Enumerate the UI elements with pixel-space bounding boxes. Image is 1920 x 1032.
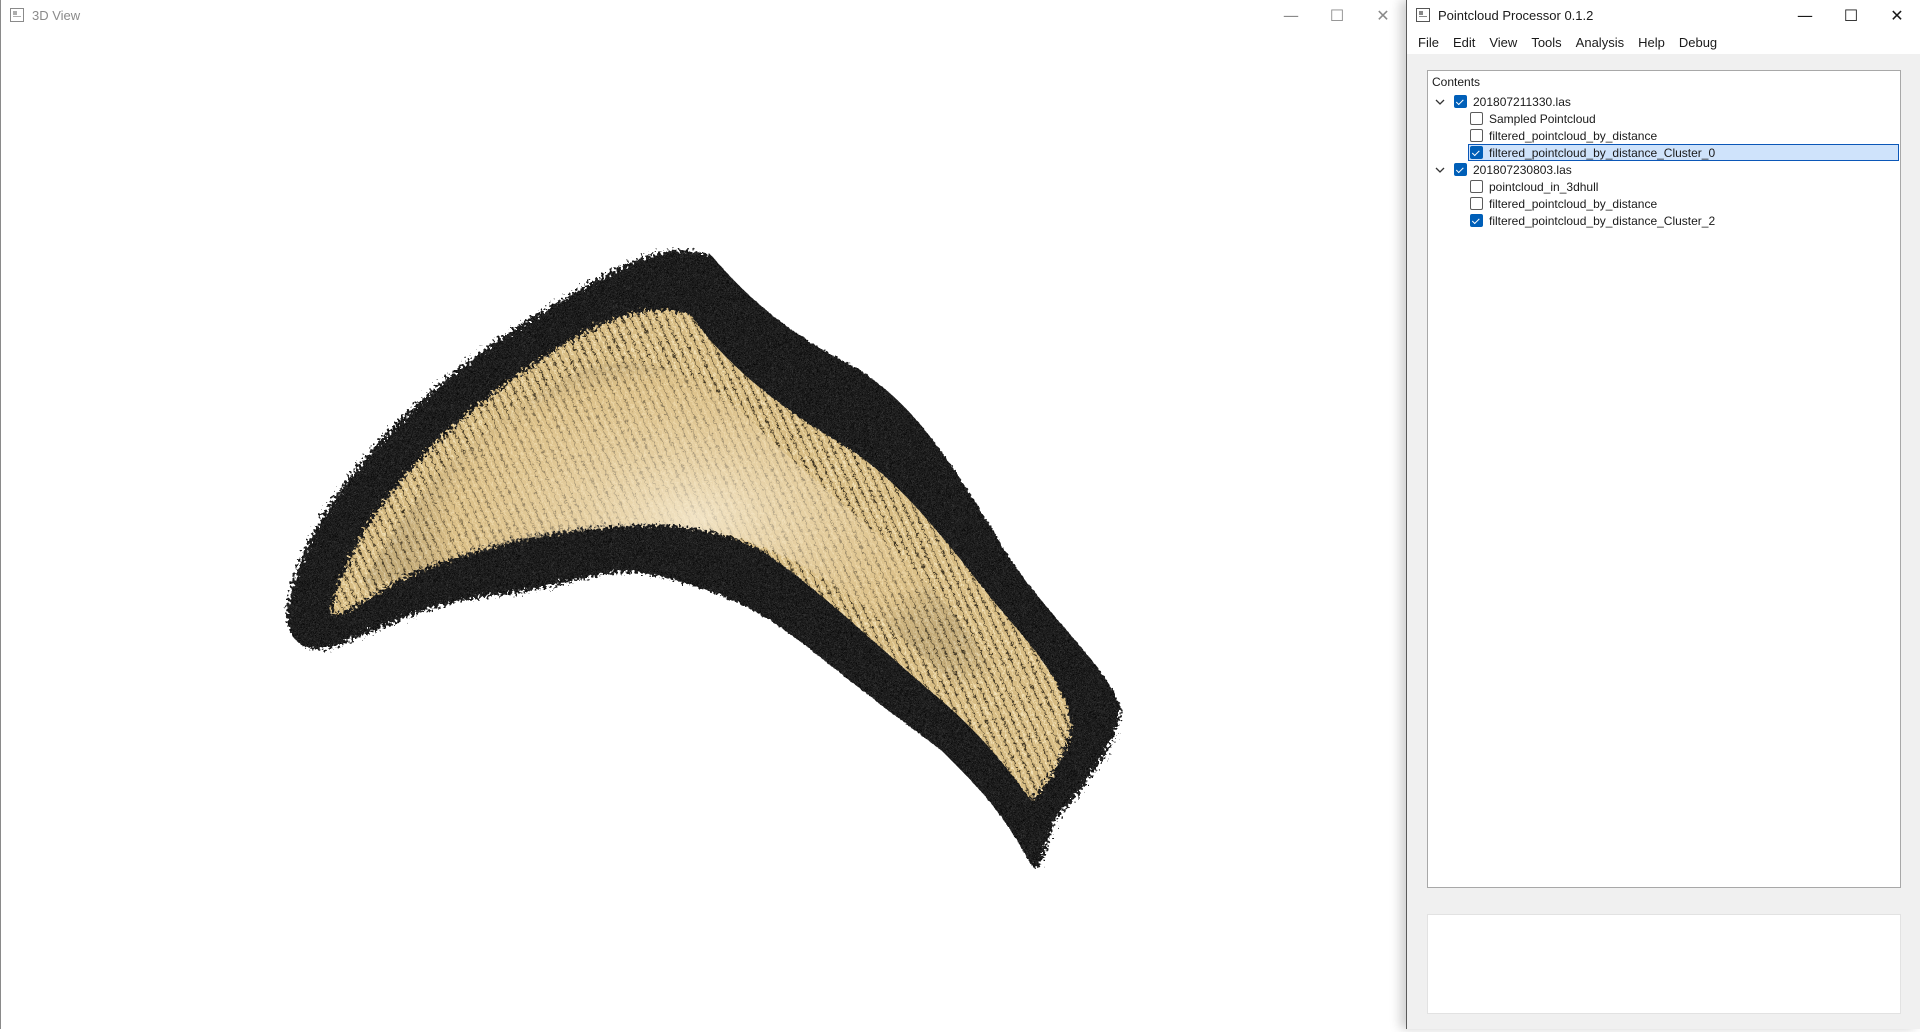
close-button[interactable]: ✕ bbox=[1360, 0, 1406, 30]
tree-item-label: 201807211330.las bbox=[1473, 94, 1571, 109]
view-titlebar[interactable]: 3D View — ☐ ✕ bbox=[1, 0, 1406, 30]
menu-help[interactable]: Help bbox=[1631, 32, 1672, 53]
tree-item-label: filtered_pointcloud_by_distance_Cluster_… bbox=[1489, 213, 1716, 228]
view-window-title: 3D View bbox=[32, 7, 81, 23]
tree-item-filtered-pointcloud[interactable]: filtered_pointcloud_by_distance bbox=[1428, 195, 1900, 212]
tree-item-label: filtered_pointcloud_by_distance bbox=[1489, 128, 1658, 143]
tree-item-sampled-pointcloud[interactable]: Sampled Pointcloud bbox=[1428, 110, 1900, 127]
contents-tree: 201807211330.las Sampled Pointcloud filt… bbox=[1428, 93, 1900, 229]
tree-checkbox[interactable] bbox=[1470, 129, 1483, 142]
tree-item-label: filtered_pointcloud_by_distance_Cluster_… bbox=[1489, 145, 1716, 160]
3d-viewport[interactable] bbox=[1, 30, 1407, 1029]
tree-checkbox[interactable] bbox=[1470, 214, 1483, 227]
tree-item-pointcloud-in-3dhull[interactable]: pointcloud_in_3dhull bbox=[1428, 178, 1900, 195]
tree-item-cluster-2[interactable]: filtered_pointcloud_by_distance_Cluster_… bbox=[1428, 212, 1900, 229]
tree-item-file-2[interactable]: 201807230803.las bbox=[1428, 161, 1900, 178]
maximize-button[interactable]: ☐ bbox=[1828, 0, 1874, 30]
tree-checkbox[interactable] bbox=[1454, 95, 1467, 108]
tree-checkbox[interactable] bbox=[1470, 197, 1483, 210]
minimize-button[interactable]: — bbox=[1782, 0, 1828, 30]
menu-tools[interactable]: Tools bbox=[1524, 32, 1568, 53]
minimize-button[interactable]: — bbox=[1268, 0, 1314, 30]
processor-window: Pointcloud Processor 0.1.2 — ☐ ✕ File Ed… bbox=[1406, 0, 1920, 1029]
contents-panel: Contents 201807211330.las Sampled Pointc… bbox=[1427, 70, 1901, 888]
output-panel bbox=[1427, 914, 1901, 1014]
processor-titlebar[interactable]: Pointcloud Processor 0.1.2 — ☐ ✕ bbox=[1407, 0, 1920, 30]
chevron-down-icon[interactable] bbox=[1434, 96, 1446, 108]
tree-checkbox[interactable] bbox=[1470, 180, 1483, 193]
menu-analysis[interactable]: Analysis bbox=[1569, 32, 1631, 53]
contents-label: Contents bbox=[1432, 75, 1481, 89]
window-app-icon bbox=[1416, 8, 1430, 22]
tree-checkbox[interactable] bbox=[1470, 112, 1483, 125]
view-window-controls: — ☐ ✕ bbox=[1268, 0, 1406, 30]
window-app-icon bbox=[10, 8, 24, 22]
tree-item-label: pointcloud_in_3dhull bbox=[1489, 179, 1599, 194]
pointcloud-render bbox=[286, 250, 1121, 869]
menu-view[interactable]: View bbox=[1482, 32, 1524, 53]
processor-window-controls: — ☐ ✕ bbox=[1782, 0, 1920, 30]
maximize-button[interactable]: ☐ bbox=[1314, 0, 1360, 30]
pointcloud-shape bbox=[286, 250, 1121, 869]
menu-debug[interactable]: Debug bbox=[1672, 32, 1724, 53]
tree-item-file-1[interactable]: 201807211330.las bbox=[1428, 93, 1900, 110]
tree-item-label: Sampled Pointcloud bbox=[1489, 111, 1596, 126]
view-window: 3D View — ☐ ✕ bbox=[0, 0, 1406, 1029]
chevron-down-icon[interactable] bbox=[1434, 164, 1446, 176]
tree-checkbox[interactable] bbox=[1454, 163, 1467, 176]
menu-file[interactable]: File bbox=[1411, 32, 1446, 53]
tree-item-cluster-0[interactable]: filtered_pointcloud_by_distance_Cluster_… bbox=[1428, 144, 1900, 161]
tree-checkbox[interactable] bbox=[1470, 146, 1483, 159]
tree-item-label: 201807230803.las bbox=[1473, 162, 1572, 177]
tree-item-filtered-pointcloud[interactable]: filtered_pointcloud_by_distance bbox=[1428, 127, 1900, 144]
processor-window-title: Pointcloud Processor 0.1.2 bbox=[1438, 7, 1594, 23]
close-button[interactable]: ✕ bbox=[1874, 0, 1920, 30]
menu-edit[interactable]: Edit bbox=[1446, 32, 1482, 53]
tree-item-label: filtered_pointcloud_by_distance bbox=[1489, 196, 1658, 211]
menu-bar: File Edit View Tools Analysis Help Debug bbox=[1407, 30, 1920, 54]
